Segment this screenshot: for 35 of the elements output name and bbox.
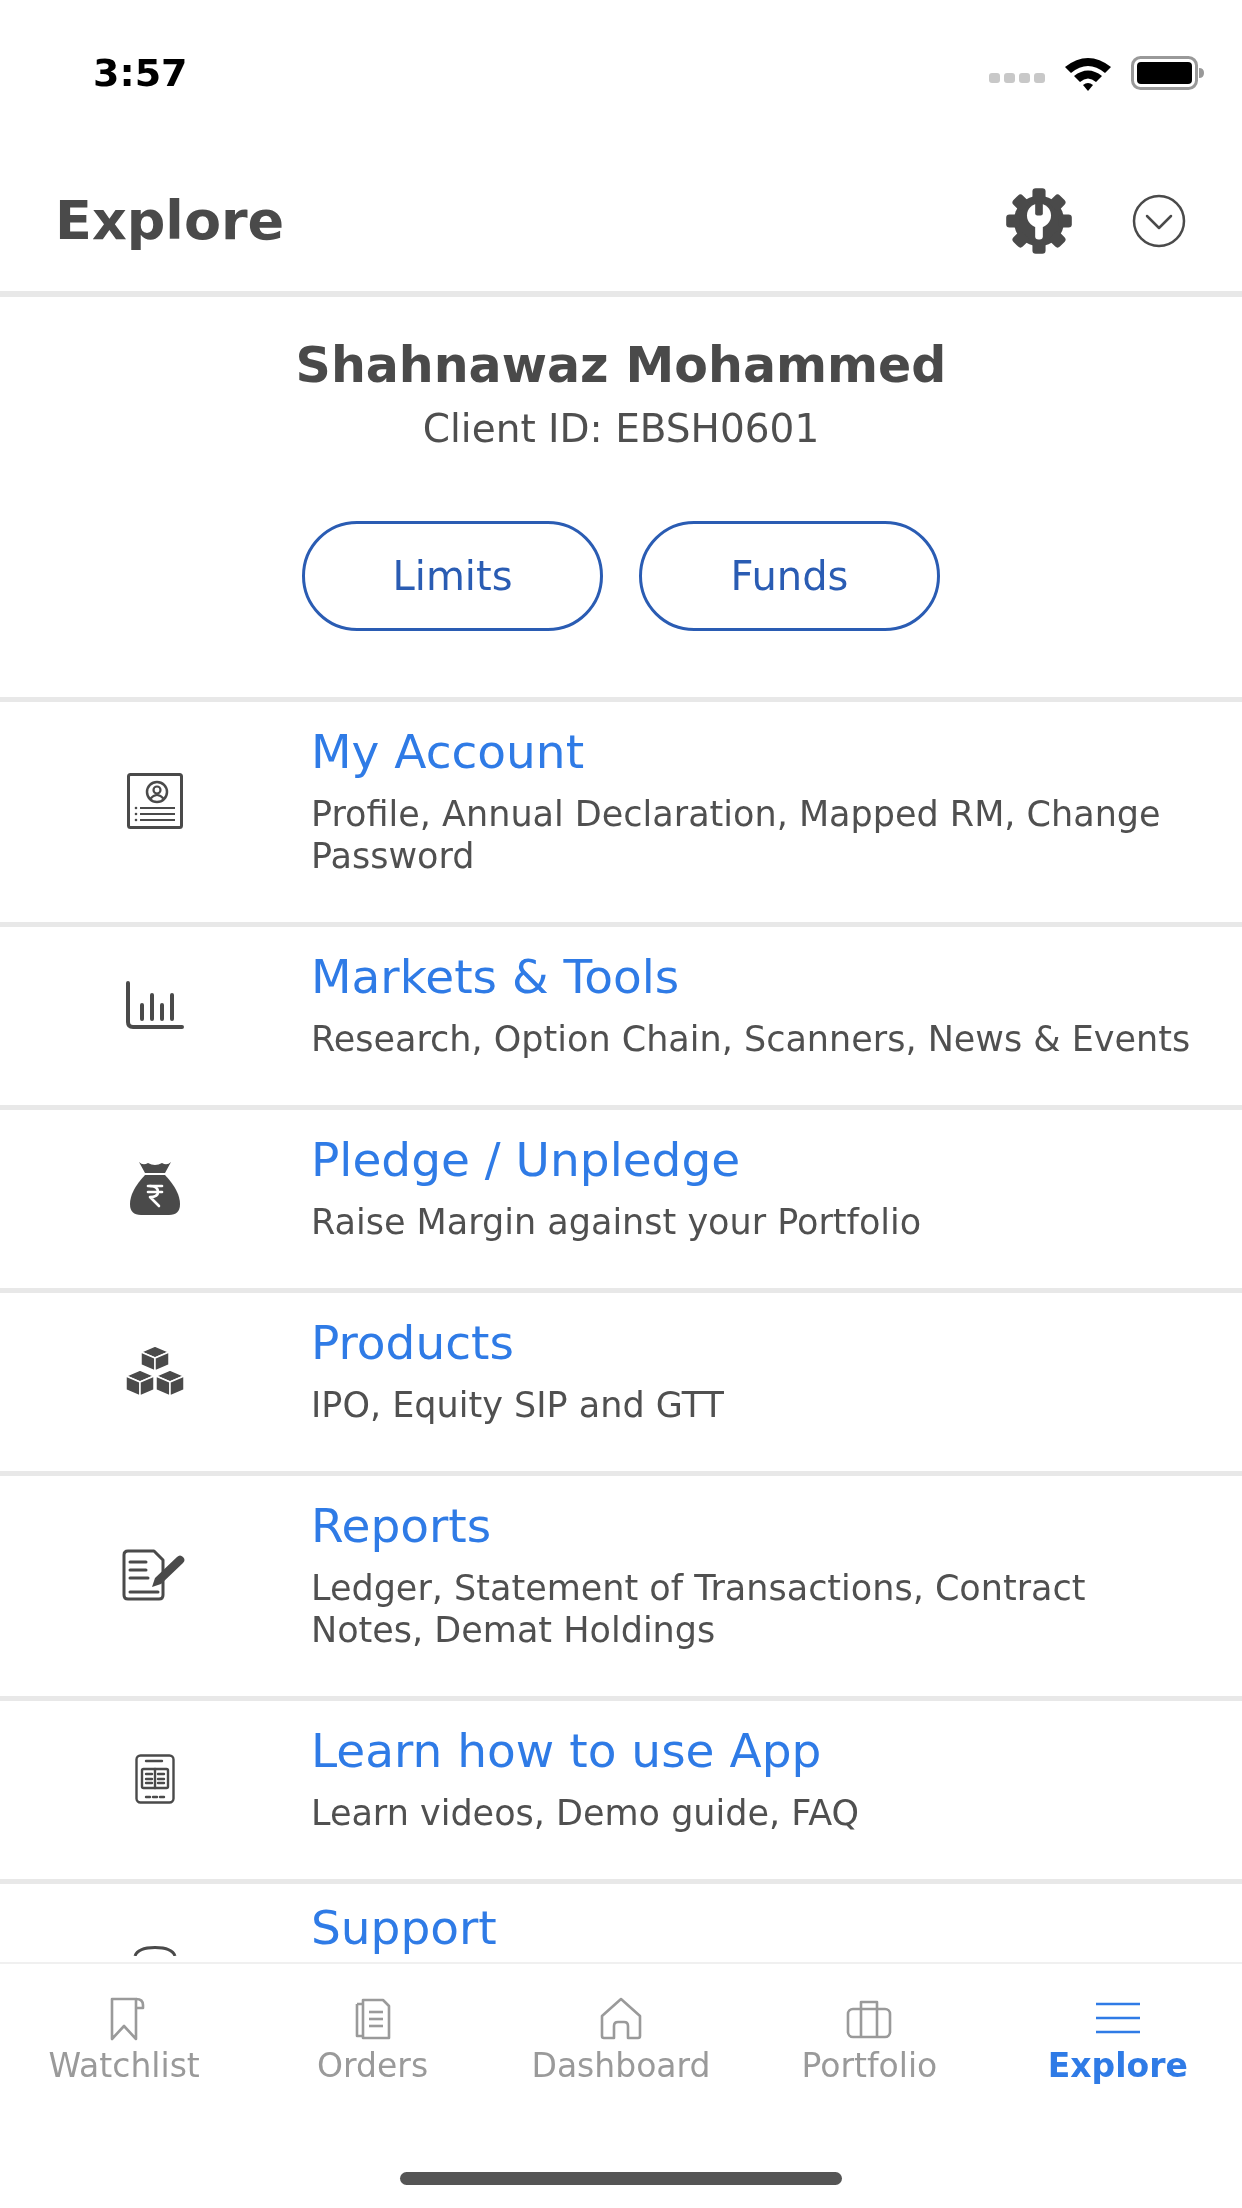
menu-title[interactable]: Markets & Tools — [311, 949, 680, 1005]
menu-description: Ledger, Statement of Transactions, Contract Notes, Demat Holdings — [311, 1567, 1087, 1651]
menu-title[interactable]: My Account — [311, 724, 585, 780]
user-name: Shahnawaz Mohammed — [295, 336, 947, 396]
arc-icon — [132, 1946, 177, 1956]
menu-description: Profile, Annual Declaration, Mapped RM, Change Password — [311, 793, 1162, 877]
page-title: Explore — [55, 187, 285, 254]
pill-button[interactable]: Limits — [302, 521, 603, 631]
nav-tab[interactable]: Watchlist — [0, 1994, 249, 2086]
wifi-icon — [1063, 55, 1113, 91]
id-card-icon — [126, 772, 183, 829]
tablet-book-icon — [134, 1753, 175, 1804]
money-bag-icon — [127, 1159, 182, 1216]
battery-icon — [1131, 56, 1204, 90]
nav-tab[interactable]: Orders — [248, 1994, 497, 2086]
menu-description: IPO, Equity SIP and GTT — [311, 1384, 724, 1426]
menu-title[interactable]: Products — [311, 1315, 514, 1371]
signal-icon — [989, 73, 1045, 83]
cubes-icon — [124, 1344, 185, 1397]
menu-description: Learn videos, Demo guide, FAQ — [311, 1792, 860, 1834]
menu-title[interactable]: Pledge / Unpledge — [311, 1132, 741, 1188]
menu-description: Research, Option Chain, Scanners, News & Events — [311, 1018, 1191, 1060]
chevron-down-icon[interactable] — [1132, 193, 1186, 248]
menu-description: Raise Margin against your Portfolio — [311, 1201, 922, 1243]
menu-title[interactable]: Support — [311, 1900, 497, 1956]
settings-icon[interactable] — [1004, 185, 1074, 256]
nav-tab[interactable]: Dashboard — [496, 1994, 746, 2086]
bar-chart-icon — [124, 979, 185, 1030]
client-id: Client ID: EBSH0601 — [422, 406, 820, 452]
pill-button[interactable]: Funds — [639, 521, 940, 631]
nav-tab[interactable]: Explore — [993, 1994, 1242, 2086]
menu-title[interactable]: Learn how to use App — [311, 1723, 822, 1779]
menu-title[interactable]: Reports — [311, 1498, 492, 1554]
status-time: 3:57 — [93, 50, 188, 96]
nav-tab[interactable]: Portfolio — [745, 1994, 994, 2086]
